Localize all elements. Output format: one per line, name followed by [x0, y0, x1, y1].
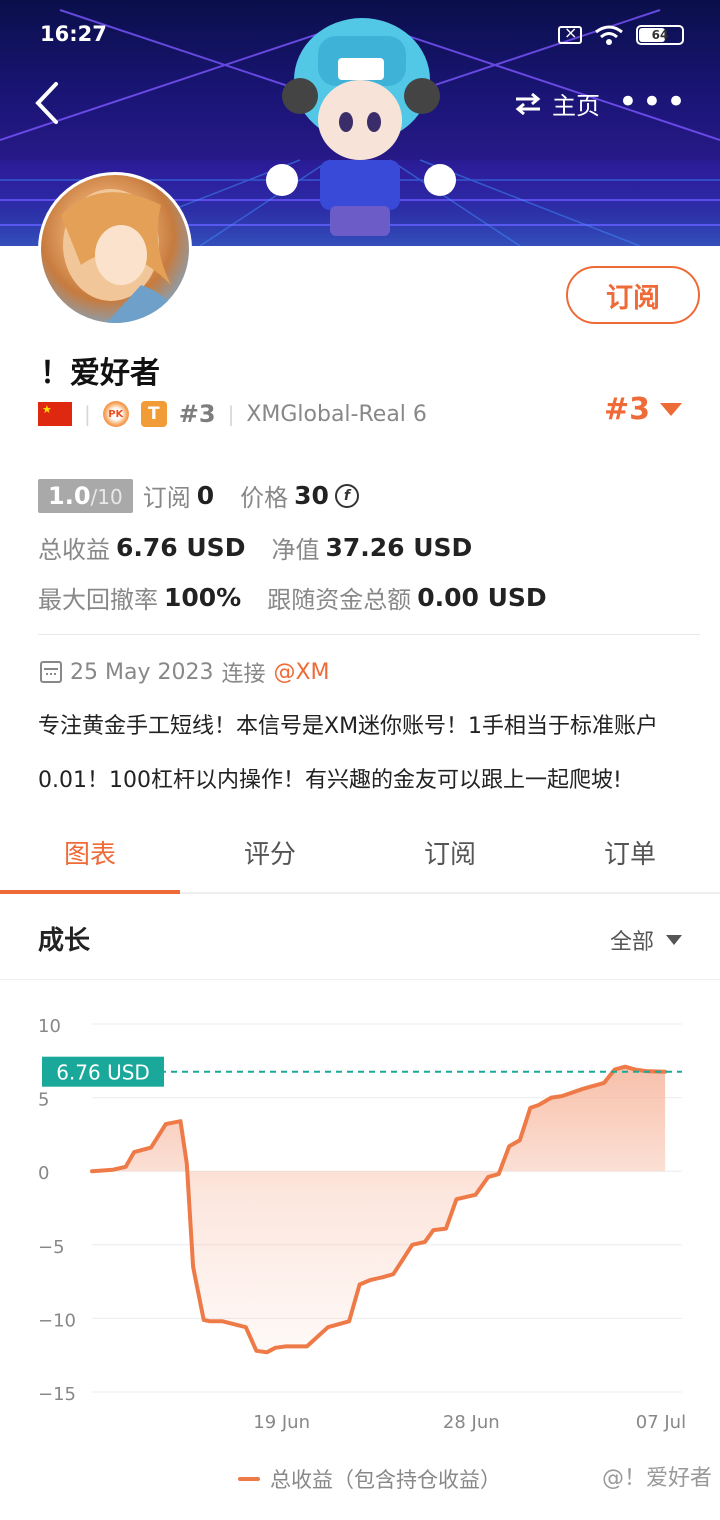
- y-tick-label: −5: [38, 1237, 65, 1258]
- growth-chart[interactable]: 10 5 0 −5 −10 −15 19 Jun 28 Jun 07 Jul 6.76 USD: [0, 990, 720, 1450]
- stats-row-3: 最大回撤率 100% 跟随资金总额 0.00 USD: [38, 580, 547, 615]
- sim-off-icon: [558, 23, 582, 44]
- rank-dropdown-label: #3: [603, 392, 650, 427]
- x-tick-label: 28 Jun: [443, 1412, 500, 1433]
- user-name: ！爱好者: [40, 356, 160, 391]
- user-meta-row: ★ | PK T #3 | XMGlobal-Real 6: [38, 398, 427, 430]
- caret-down-icon: [660, 403, 682, 416]
- drawdown-label: 最大回撤率: [38, 586, 158, 614]
- rank-dropdown[interactable]: #3: [604, 392, 682, 427]
- range-filter-label: 全部: [609, 930, 654, 955]
- connect-label: 连接: [221, 662, 266, 687]
- rank-number: #3: [178, 400, 216, 428]
- status-bar: 16:27 64: [40, 18, 684, 52]
- switch-icon: [515, 92, 541, 115]
- y-tick-label: 0: [38, 1163, 49, 1184]
- battery-icon: 64: [636, 25, 684, 45]
- price-label: 价格: [240, 484, 289, 512]
- more-menu-icon[interactable]: •••: [618, 85, 690, 119]
- stats-row-2: 总收益 6.76 USD 净值 37.26 USD: [38, 530, 472, 565]
- back-icon[interactable]: [28, 78, 68, 128]
- home-button[interactable]: 主页: [514, 86, 600, 121]
- legend-line-icon: [238, 1477, 260, 1481]
- broker-link[interactable]: @XM: [273, 660, 329, 685]
- chart-legend: 总收益（包含持仓收益）: [238, 1464, 501, 1494]
- tier-badge: T: [140, 401, 167, 427]
- connect-info: 25 May 2023 连接 @XM: [40, 656, 330, 688]
- calendar-icon: [40, 661, 62, 683]
- tab-orders[interactable]: 订单: [540, 822, 720, 892]
- tab-rating[interactable]: 评分: [180, 822, 360, 892]
- total-profit-label: 总收益: [38, 536, 110, 564]
- x-tick-label: 07 Jul: [636, 1412, 686, 1433]
- x-tick-label: 19 Jun: [253, 1412, 310, 1433]
- connect-date: 25 May 2023: [70, 659, 214, 685]
- follow-funds-value: 0.00 USD: [417, 583, 547, 612]
- server-name: XMGlobal-Real 6: [246, 401, 427, 427]
- current-value-label: 6.76 USD: [56, 1061, 150, 1085]
- total-profit-value: 6.76 USD: [116, 533, 246, 562]
- drawdown-value: 100%: [164, 583, 242, 612]
- subscribe-button[interactable]: 订阅: [566, 266, 700, 324]
- status-time: 16:27: [40, 22, 107, 46]
- signal-description: 专注黄金手工短线！本信号是XM迷你账号！1手相当于标准账户0.01！100杠杆以…: [38, 714, 659, 793]
- subscribe-count: 0: [196, 481, 215, 510]
- divider: [38, 634, 700, 635]
- y-tick-label: 5: [38, 1090, 49, 1111]
- equity-value: 37.26 USD: [325, 533, 473, 562]
- series-area: [92, 1066, 666, 1353]
- pk-icon: PK: [102, 401, 129, 427]
- home-label: 主页: [552, 92, 600, 120]
- tab-chart[interactable]: 图表: [0, 822, 180, 894]
- tab-subscription[interactable]: 订阅: [360, 822, 540, 892]
- watermark: @！爱好者: [601, 1466, 712, 1491]
- section-title: 成长: [38, 926, 91, 956]
- follow-funds-label: 跟随资金总额: [267, 586, 412, 614]
- subscribe-count-label: 订阅: [142, 484, 191, 512]
- range-filter-dropdown[interactable]: 全部: [610, 924, 682, 956]
- tab-bar: 图表 评分 订阅 订单: [0, 822, 720, 894]
- china-flag-icon: ★: [38, 402, 72, 426]
- wifi-icon: [595, 25, 623, 45]
- growth-section-header: 成长 全部: [0, 894, 720, 980]
- y-tick-label: −10: [38, 1310, 76, 1331]
- y-tick-label: −15: [38, 1384, 76, 1405]
- coin-icon: f: [334, 483, 359, 508]
- price-value: 30: [294, 481, 329, 510]
- battery-level: 64: [651, 28, 669, 42]
- equity-label: 净值: [271, 536, 320, 564]
- user-avatar[interactable]: [38, 172, 192, 326]
- caret-down-icon: [666, 935, 682, 945]
- stats-row-1: 1.0/10 订阅 0 价格 30 f: [38, 478, 359, 513]
- legend-label: 总收益（包含持仓收益）: [270, 1468, 501, 1492]
- score-badge: 1.0/10: [38, 478, 133, 513]
- y-tick-label: 10: [38, 1016, 61, 1037]
